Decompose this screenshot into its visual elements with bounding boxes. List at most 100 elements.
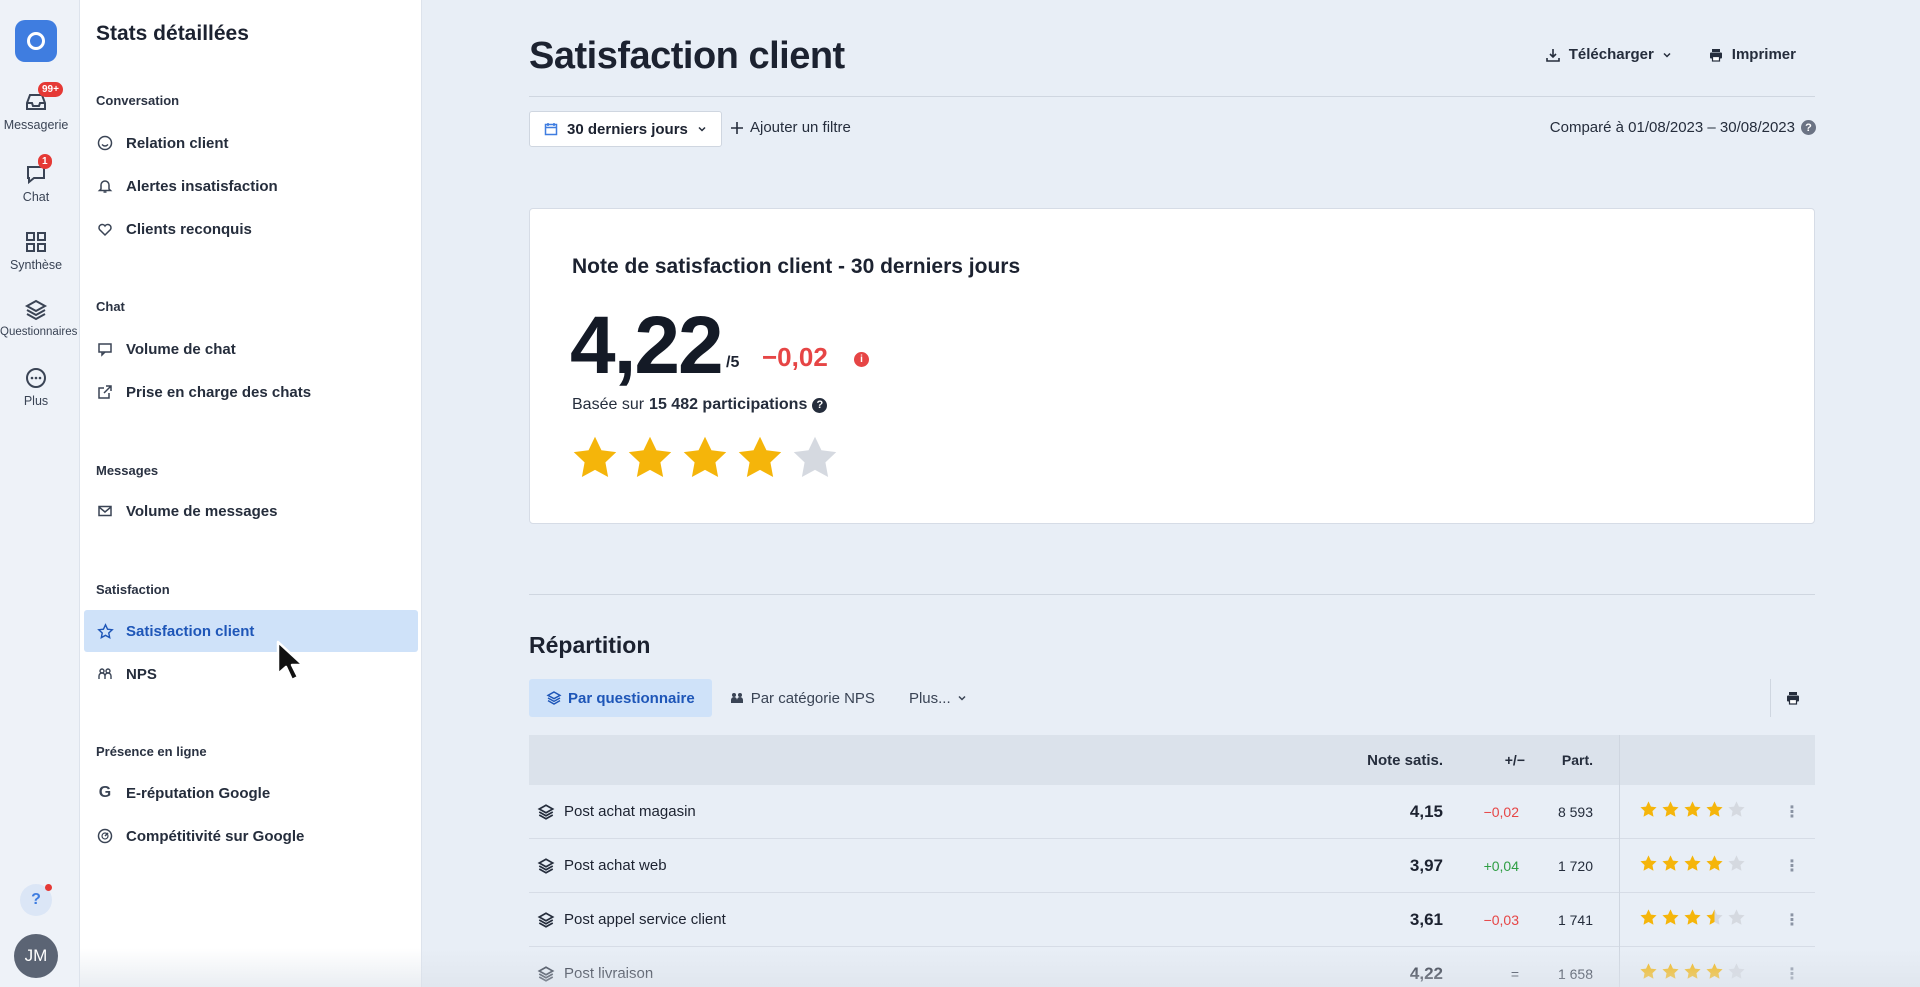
sidebar-item-label: Volume de chat xyxy=(126,340,236,358)
star-filled-icon xyxy=(1705,962,1724,985)
calendar-icon xyxy=(544,123,558,136)
chevron-down-icon xyxy=(698,126,706,132)
star-filled-icon xyxy=(1683,800,1702,823)
row-name: Post achat magasin xyxy=(537,803,696,821)
tab-label: Par questionnaire xyxy=(568,689,695,707)
sidebar-item-label: Clients reconquis xyxy=(126,220,252,238)
download-button[interactable]: Télécharger xyxy=(1545,46,1672,63)
heart-icon xyxy=(96,220,114,238)
star-filled-icon xyxy=(1639,854,1658,877)
row-name: Post livraison xyxy=(537,965,653,983)
share-icon xyxy=(96,383,114,401)
layers-icon xyxy=(537,965,555,982)
star-filled-icon xyxy=(1705,800,1724,823)
row-name-text: Post appel service client xyxy=(564,911,726,928)
row-diff: +0,04 xyxy=(1483,857,1519,874)
tab-label: Par catégorie NPS xyxy=(750,689,875,707)
info-icon[interactable]: i xyxy=(854,352,869,367)
page-title: Satisfaction client xyxy=(529,35,845,77)
add-filter-button[interactable]: Ajouter un filtre xyxy=(730,119,851,136)
tab-plus[interactable]: Plus... xyxy=(892,679,984,717)
app-logo[interactable] xyxy=(15,20,57,62)
sidebar-item-volume-chat[interactable]: Volume de chat xyxy=(84,328,418,370)
date-range-select[interactable]: 30 derniers jours xyxy=(529,111,722,147)
print-button[interactable]: Imprimer xyxy=(1708,46,1796,63)
layers-icon xyxy=(537,911,555,928)
more-dots-icon xyxy=(24,366,48,390)
main-content: Satisfaction client Télécharger Imprimer… xyxy=(422,0,1920,987)
help-icon[interactable]: ? xyxy=(1801,120,1816,135)
download-label: Télécharger xyxy=(1568,46,1654,63)
repartition-table: Note satis. +/− Part. Post achat magasin… xyxy=(529,735,1815,987)
kebab-menu-icon[interactable]: ⋮ xyxy=(1784,802,1800,822)
column-part[interactable]: Part. xyxy=(1562,752,1593,768)
row-part: 1 741 xyxy=(1557,911,1593,928)
chevron-down-icon xyxy=(1663,52,1671,58)
row-diff: −0,02 xyxy=(1483,803,1519,820)
bell-icon xyxy=(96,177,114,195)
rail-item-plus[interactable]: Plus xyxy=(0,366,72,408)
star-filled-icon xyxy=(1661,908,1680,931)
star-filled-icon xyxy=(680,433,730,488)
help-icon[interactable]: ? xyxy=(812,397,828,413)
star-filled-icon xyxy=(1661,800,1680,823)
table-row[interactable]: Post appel service client 3,61 −0,03 1 7… xyxy=(529,893,1815,947)
column-note[interactable]: Note satis. xyxy=(1367,752,1443,769)
sidebar-item-competitivite[interactable]: Compétitivité sur Google xyxy=(84,815,418,857)
chevron-down-icon xyxy=(958,695,966,701)
rail-item-chat[interactable]: 1 Chat xyxy=(0,154,72,204)
row-note: 4,22 xyxy=(1409,963,1443,983)
score-delta: −0,02 xyxy=(762,342,828,372)
section-label-presence: Présence en ligne xyxy=(96,744,207,759)
table-row[interactable]: Post achat web 3,97 +0,04 1 720 ⋮ xyxy=(529,839,1815,893)
envelope-icon xyxy=(96,502,114,520)
star-icon xyxy=(96,622,114,640)
app-rail: 99+ Messagerie 1 Chat Synthèse Questionn… xyxy=(0,0,80,987)
chat-window-icon xyxy=(96,340,114,358)
repartition-tabs: Par questionnaire Par catégorie NPS Plus… xyxy=(529,679,984,717)
row-part: 1 720 xyxy=(1557,857,1593,874)
row-note: 3,97 xyxy=(1409,855,1443,875)
score-card: Note de satisfaction client - 30 dernier… xyxy=(529,208,1815,524)
column-diff[interactable]: +/− xyxy=(1505,752,1525,768)
sidebar-item-satisfaction-client[interactable]: Satisfaction client xyxy=(84,610,418,652)
help-icon: ? xyxy=(31,891,41,908)
rail-item-messagerie[interactable]: 99+ Messagerie xyxy=(0,82,72,132)
rail-item-synthese[interactable]: Synthèse xyxy=(0,230,72,272)
sidebar-item-volume-messages[interactable]: Volume de messages xyxy=(84,490,418,532)
sidebar-item-relation-client[interactable]: Relation client xyxy=(84,122,418,164)
sidebar-item-nps[interactable]: NPS xyxy=(84,653,418,695)
tab-par-categorie-nps[interactable]: Par catégorie NPS xyxy=(712,679,892,717)
star-filled-icon xyxy=(1683,854,1702,877)
sidebar-item-clients-reconquis[interactable]: Clients reconquis xyxy=(84,208,418,250)
card-title: Note de satisfaction client - 30 dernier… xyxy=(572,255,1021,278)
kebab-menu-icon[interactable]: ⋮ xyxy=(1784,910,1800,930)
sidebar-item-label: Satisfaction client xyxy=(126,622,255,640)
rail-label: Synthèse xyxy=(9,258,63,272)
sidebar-item-ereputation[interactable]: G E-réputation Google xyxy=(84,772,418,814)
score-value: 4,22 xyxy=(570,300,724,391)
table-row[interactable]: Post achat magasin 4,15 −0,02 8 593 ⋮ xyxy=(529,785,1815,839)
sidebar-item-prise-en-charge[interactable]: Prise en charge des chats xyxy=(84,371,418,413)
date-range-label: 30 derniers jours xyxy=(567,120,688,138)
row-name-text: Post achat magasin xyxy=(564,803,696,820)
help-button[interactable]: ? xyxy=(20,884,52,916)
row-diff: −0,03 xyxy=(1483,911,1519,928)
chat-bubble-icon: 1 xyxy=(24,154,52,186)
tab-par-questionnaire[interactable]: Par questionnaire xyxy=(529,679,712,717)
sidebar-item-alertes[interactable]: Alertes insatisfaction xyxy=(84,165,418,207)
row-note: 4,15 xyxy=(1409,801,1443,821)
tab-label: Plus... xyxy=(908,689,951,707)
plus-icon xyxy=(731,121,743,134)
row-name-text: Post achat web xyxy=(564,857,667,874)
kebab-menu-icon[interactable]: ⋮ xyxy=(1784,856,1800,876)
table-row[interactable]: Post livraison 4,22 = 1 658 ⋮ xyxy=(529,947,1815,987)
avatar[interactable]: JM xyxy=(14,934,58,978)
kebab-menu-icon[interactable]: ⋮ xyxy=(1784,964,1800,984)
google-icon: G xyxy=(98,784,112,801)
section-label-messages: Messages xyxy=(96,463,159,478)
rail-item-questionnaires[interactable]: Questionnaires xyxy=(0,298,77,338)
compare-period: Comparé à 01/08/2023 – 30/08/2023 ? xyxy=(1550,119,1816,136)
row-diff: = xyxy=(1510,965,1519,982)
table-print-button[interactable] xyxy=(1770,679,1815,717)
